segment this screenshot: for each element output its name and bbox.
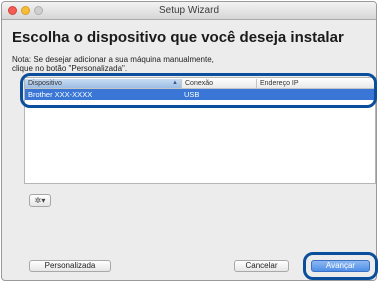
title-bar: Setup Wizard [2, 2, 376, 20]
next-button-callout [303, 252, 378, 280]
cancel-button[interactable]: Cancelar [234, 260, 289, 272]
window-title: Setup Wizard [158, 5, 220, 16]
note-line-1: Nota: Se desejar adicionar a sua máquina… [12, 55, 214, 64]
custom-button[interactable]: Personalizada [29, 260, 111, 272]
gear-action-menu-button[interactable]: ✲▾ [29, 194, 51, 207]
gear-icon: ✲▾ [34, 196, 46, 205]
instruction-note: Nota: Se desejar adicionar a sua máquina… [12, 55, 214, 73]
note-line-2: clique no botão "Personalizada". [12, 64, 128, 73]
page-title: Escolha o dispositivo que você deseja in… [12, 29, 344, 46]
table-row-callout [20, 73, 377, 108]
